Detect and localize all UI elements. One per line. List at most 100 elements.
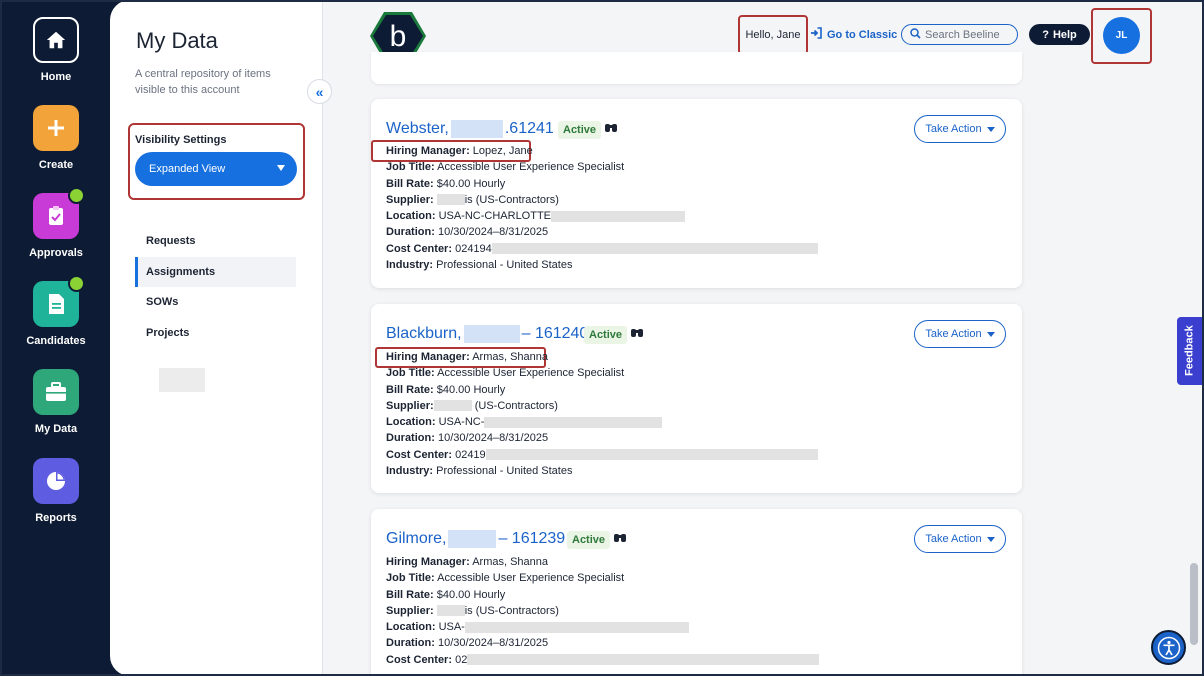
- go-to-classic-link[interactable]: Go to Classic: [810, 27, 897, 42]
- field-label: Job Title:: [386, 572, 435, 585]
- field-label: Duration:: [386, 432, 435, 445]
- rail-label-candidates: Candidates: [26, 335, 86, 347]
- status-badge: Active: [584, 326, 628, 344]
- caret-down-icon: [986, 126, 995, 132]
- cost-center-row: Cost Center: 02419: [386, 447, 818, 463]
- collapse-panel-button[interactable]: «: [307, 79, 332, 104]
- panel-description: A central repository of items visible to…: [135, 68, 271, 96]
- nav-item-assignments[interactable]: Assignments: [135, 257, 296, 287]
- assignment-title-link[interactable]: Webster, .61241: [386, 120, 554, 138]
- field-label: Location:: [386, 210, 436, 223]
- previous-card-fragment: [371, 52, 1022, 84]
- assignment-title-link[interactable]: Gilmore, – 161239: [386, 530, 565, 548]
- binoculars-icon[interactable]: [631, 327, 643, 341]
- home-icon: [33, 17, 79, 63]
- bill-rate-value: $40.00 Hourly: [436, 383, 506, 396]
- visibility-dropdown-value: Expanded View: [149, 163, 226, 175]
- binoculars-icon[interactable]: [605, 122, 617, 136]
- cost-center-value: 02419: [455, 448, 486, 461]
- field-label: Bill Rate:: [386, 383, 434, 396]
- my-data-panel: My Data A central repository of items vi…: [110, 0, 332, 676]
- accessibility-icon[interactable]: [1151, 630, 1186, 665]
- location-value: USA-NC-CHARLOTTE: [438, 210, 552, 223]
- notification-dot: [68, 187, 85, 204]
- status-badge: Active: [567, 531, 611, 549]
- panel-title: My Data: [136, 28, 218, 53]
- hiring-manager-row: Hiring Manager: Lopez, Jane: [386, 143, 818, 159]
- take-action-label: Take Action: [925, 123, 982, 135]
- field-label: Location:: [386, 416, 436, 429]
- duration-row: Duration: 10/30/2024–8/31/2025: [386, 430, 818, 446]
- avatar[interactable]: JL: [1103, 17, 1140, 54]
- assignment-id: – 161239: [498, 530, 566, 547]
- redacted-text: [551, 210, 686, 222]
- assignment-name: Webster,: [386, 120, 449, 137]
- rail-label-reports: Reports: [35, 512, 77, 524]
- search-input[interactable]: Search Beeline: [901, 24, 1018, 45]
- nav-item-requests[interactable]: Requests: [135, 226, 296, 256]
- notification-dot: [68, 275, 85, 292]
- duration-row: Duration: 10/30/2024–8/31/2025: [386, 635, 819, 651]
- help-label: Help: [1052, 28, 1077, 41]
- logo-letter: b: [390, 20, 407, 53]
- status-badge: Active: [558, 121, 602, 139]
- take-action-label: Take Action: [925, 328, 982, 340]
- binoculars-icon[interactable]: [614, 532, 626, 546]
- field-label: Supplier:: [386, 399, 434, 412]
- location-value: USA-NC-: [438, 416, 485, 429]
- industry-row: Industry: Professional - United States: [386, 463, 818, 479]
- hiring-manager-value: Armas, Shanna: [472, 556, 549, 568]
- redacted-text: [485, 449, 818, 461]
- supplier-value: is (US-Contractors): [464, 604, 559, 617]
- rail-item-create[interactable]: Create: [0, 105, 112, 171]
- location-row: Location: USA-NC-CHARLOTTE: [386, 208, 818, 224]
- field-label: Job Title:: [386, 161, 435, 174]
- supplier-row: Supplier: is (US-Contractors): [386, 603, 819, 619]
- field-label: Duration:: [386, 637, 435, 650]
- field-label: Cost Center:: [386, 653, 453, 666]
- nav-item-sows[interactable]: SOWs: [135, 287, 296, 317]
- field-label: Industry:: [386, 465, 434, 478]
- take-action-label: Take Action: [925, 533, 982, 545]
- field-label: Cost Center:: [386, 448, 453, 461]
- rail-item-reports[interactable]: Reports: [0, 458, 112, 524]
- supplier-row: Supplier: (US-Contractors): [386, 398, 818, 414]
- assignment-card: Webster, .61241 Active Take Action Hirin…: [371, 99, 1022, 288]
- rail-item-approvals[interactable]: Approvals: [0, 187, 112, 259]
- job-title-value: Accessible User Experience Specialist: [437, 161, 625, 174]
- redacted-text: [464, 621, 689, 633]
- rail-item-candidates[interactable]: Candidates: [0, 275, 112, 347]
- rail-item-my-data[interactable]: My Data: [0, 369, 112, 435]
- redacted-text: [491, 243, 818, 255]
- hiring-manager-value: Lopez, Jane: [472, 145, 533, 157]
- duration-value: 10/30/2024–8/31/2025: [437, 637, 549, 650]
- take-action-button[interactable]: Take Action: [914, 115, 1006, 143]
- assignment-id: – 161240: [521, 325, 589, 342]
- field-label: Bill Rate:: [386, 177, 434, 190]
- left-rail: Home Create Approvals Candidates My Data…: [0, 0, 122, 676]
- help-button[interactable]: ? Help: [1029, 24, 1090, 45]
- cost-center-value: 024194: [455, 242, 492, 255]
- scrollbar-thumb[interactable]: [1190, 563, 1198, 645]
- take-action-button[interactable]: Take Action: [914, 320, 1006, 348]
- assignment-name: Gilmore,: [386, 530, 447, 547]
- redacted-text: [433, 400, 472, 412]
- nav-item-projects[interactable]: Projects: [135, 318, 296, 348]
- rail-label-my-data: My Data: [34, 423, 78, 435]
- location-value: USA-: [438, 621, 465, 634]
- search-placeholder: Search Beeline: [925, 28, 1000, 41]
- cost-center-value: 02: [455, 653, 468, 666]
- assignment-id: .61241: [504, 120, 554, 137]
- take-action-button[interactable]: Take Action: [914, 525, 1006, 553]
- redacted-text: [436, 194, 465, 206]
- field-label: Bill Rate:: [386, 588, 434, 601]
- supplier-value: is (US-Contractors): [464, 193, 559, 206]
- assignment-title-link[interactable]: Blackburn, – 161240: [386, 325, 588, 343]
- feedback-tab[interactable]: Feedback: [1177, 317, 1202, 385]
- visibility-dropdown[interactable]: Expanded View: [135, 152, 297, 186]
- duration-value: 10/30/2024–8/31/2025: [437, 432, 549, 445]
- go-to-classic-label: Go to Classic: [827, 28, 898, 41]
- rail-item-home[interactable]: Home: [0, 17, 112, 83]
- sign-in-icon: [810, 27, 822, 42]
- caret-down-icon: [986, 331, 995, 337]
